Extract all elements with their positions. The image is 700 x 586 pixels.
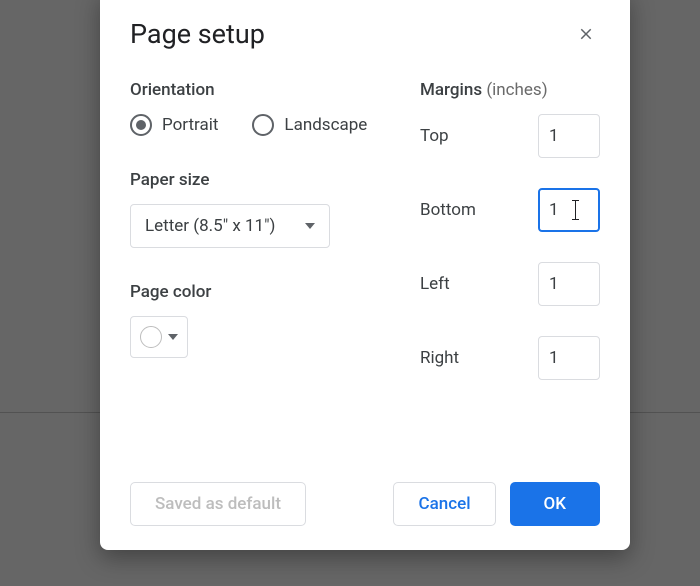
orientation-landscape-radio[interactable]: Landscape xyxy=(252,114,367,136)
radio-label: Landscape xyxy=(284,115,367,135)
chevron-down-icon xyxy=(305,223,315,229)
page-setup-dialog: Page setup Orientation Portrait Landscap… xyxy=(100,0,630,550)
left-column: Orientation Portrait Landscape Paper siz… xyxy=(130,80,390,482)
margin-bottom-row: Bottom 1 xyxy=(420,188,600,232)
margin-top-row: Top 1 xyxy=(420,114,600,158)
close-icon xyxy=(577,25,595,43)
paper-size-select[interactable]: Letter (8.5" x 11") xyxy=(130,204,330,248)
page-color-label: Page color xyxy=(130,282,390,302)
paper-size-label: Paper size xyxy=(130,170,390,190)
margin-top-input[interactable]: 1 xyxy=(538,114,600,158)
margin-bottom-input[interactable]: 1 xyxy=(538,188,600,232)
orientation-radios: Portrait Landscape xyxy=(130,114,390,136)
radio-icon xyxy=(130,114,152,136)
margin-right-input[interactable]: 1 xyxy=(538,336,600,380)
dialog-title: Page setup xyxy=(130,18,265,50)
margin-bottom-label: Bottom xyxy=(420,200,476,220)
margin-left-label: Left xyxy=(420,274,450,294)
text-caret-icon xyxy=(575,200,576,220)
color-swatch xyxy=(140,326,162,348)
chevron-down-icon xyxy=(168,334,178,340)
saved-as-default-button: Saved as default xyxy=(130,482,306,526)
paper-size-value: Letter (8.5" x 11") xyxy=(145,216,275,236)
margin-left-row: Left 1 xyxy=(420,262,600,306)
ok-button[interactable]: OK xyxy=(510,482,600,526)
margin-right-row: Right 1 xyxy=(420,336,600,380)
radio-icon xyxy=(252,114,274,136)
dialog-header: Page setup xyxy=(130,18,600,50)
page-color-picker[interactable] xyxy=(130,316,188,358)
margin-top-label: Top xyxy=(420,126,449,146)
orientation-portrait-radio[interactable]: Portrait xyxy=(130,114,218,136)
cancel-button[interactable]: Cancel xyxy=(393,482,495,526)
margins-label: Margins (inches) xyxy=(420,80,600,100)
dialog-footer: Saved as default Cancel OK xyxy=(130,482,600,526)
radio-label: Portrait xyxy=(162,115,218,135)
margin-left-input[interactable]: 1 xyxy=(538,262,600,306)
right-column: Margins (inches) Top 1 Bottom 1 Left xyxy=(420,80,600,482)
dialog-body: Orientation Portrait Landscape Paper siz… xyxy=(130,80,600,482)
close-button[interactable] xyxy=(572,20,600,48)
orientation-label: Orientation xyxy=(130,80,390,100)
margin-right-label: Right xyxy=(420,348,459,368)
